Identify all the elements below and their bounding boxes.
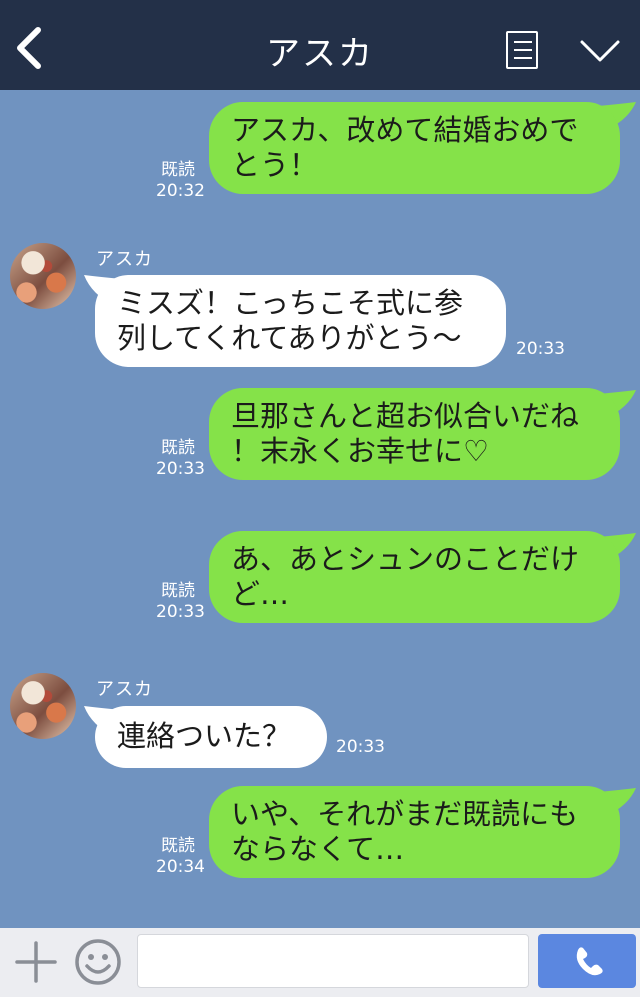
- message-text: ど…: [231, 577, 290, 611]
- message-text: 列してくれてありがとう〜: [117, 321, 462, 355]
- message-bubble-in[interactable]: ミスズ！こっちこそ式に参 列してくれてありがとう〜: [95, 275, 506, 367]
- message-text: 旦那さんと超お似合いだね: [231, 399, 580, 433]
- phone-icon: [576, 947, 603, 976]
- message-bubble-out[interactable]: アスカ、改めて結婚おめで とう！: [209, 102, 620, 194]
- call-button[interactable]: [538, 934, 636, 988]
- message-bubble-out[interactable]: 旦那さんと超お似合いだね ！末永くお幸せに♡: [209, 388, 620, 480]
- chevron-down-icon[interactable]: [578, 36, 622, 66]
- message-meta: 既読 20:34: [156, 836, 205, 878]
- message-time: 20:33: [156, 459, 205, 479]
- avatar[interactable]: [10, 673, 76, 739]
- message-text: ！末永くお幸せに♡: [231, 434, 489, 468]
- message-text: とう！: [231, 148, 319, 182]
- sender-name: アスカ: [96, 249, 153, 270]
- chat-header: アスカ: [0, 0, 640, 90]
- menu-list-icon[interactable]: [506, 31, 538, 69]
- message-bubble-out[interactable]: いや、それがまだ既読にも ならなくて…: [209, 786, 620, 878]
- read-receipt: 既読: [161, 581, 195, 601]
- message-list[interactable]: 既読 20:32 アスカ、改めて結婚おめで とう！ アスカ ミスズ！こっちこそ式…: [0, 90, 640, 928]
- read-receipt: 既読: [161, 836, 195, 856]
- sender-name: アスカ: [96, 679, 153, 700]
- plus-icon[interactable]: [14, 940, 58, 984]
- smiley-icon[interactable]: [74, 938, 122, 986]
- message-text: いや、それがまだ既読にも: [231, 797, 579, 831]
- message-meta: 既読 20:33: [156, 438, 205, 480]
- message-text: ミスズ！こっちこそ式に参: [117, 286, 463, 320]
- avatar[interactable]: [10, 243, 76, 309]
- read-receipt: 既読: [161, 160, 195, 180]
- message-text: あ、あとシュンのことだけ: [231, 542, 580, 576]
- message-row: 既読 20:32 アスカ、改めて結婚おめで とう！: [0, 100, 640, 202]
- message-meta: 既読 20:33: [156, 581, 205, 623]
- message-bubble-out[interactable]: あ、あとシュンのことだけ ど…: [209, 531, 620, 623]
- message-text: 連絡ついた？: [117, 719, 292, 753]
- message-time: 20:32: [156, 181, 205, 201]
- message-time: 20:33: [516, 339, 565, 359]
- message-time: 20:33: [156, 602, 205, 622]
- message-input[interactable]: [137, 934, 529, 988]
- chat-title: アスカ: [266, 34, 374, 74]
- message-time: 20:33: [336, 737, 385, 757]
- message-text: アスカ、改めて結婚おめで: [231, 113, 579, 147]
- message-time: 20:34: [156, 857, 205, 877]
- message-bubble-in[interactable]: 連絡ついた？: [95, 706, 327, 768]
- read-receipt: 既読: [161, 438, 195, 458]
- message-text: ならなくて…: [231, 832, 405, 866]
- message-meta: 既読 20:32: [156, 160, 205, 202]
